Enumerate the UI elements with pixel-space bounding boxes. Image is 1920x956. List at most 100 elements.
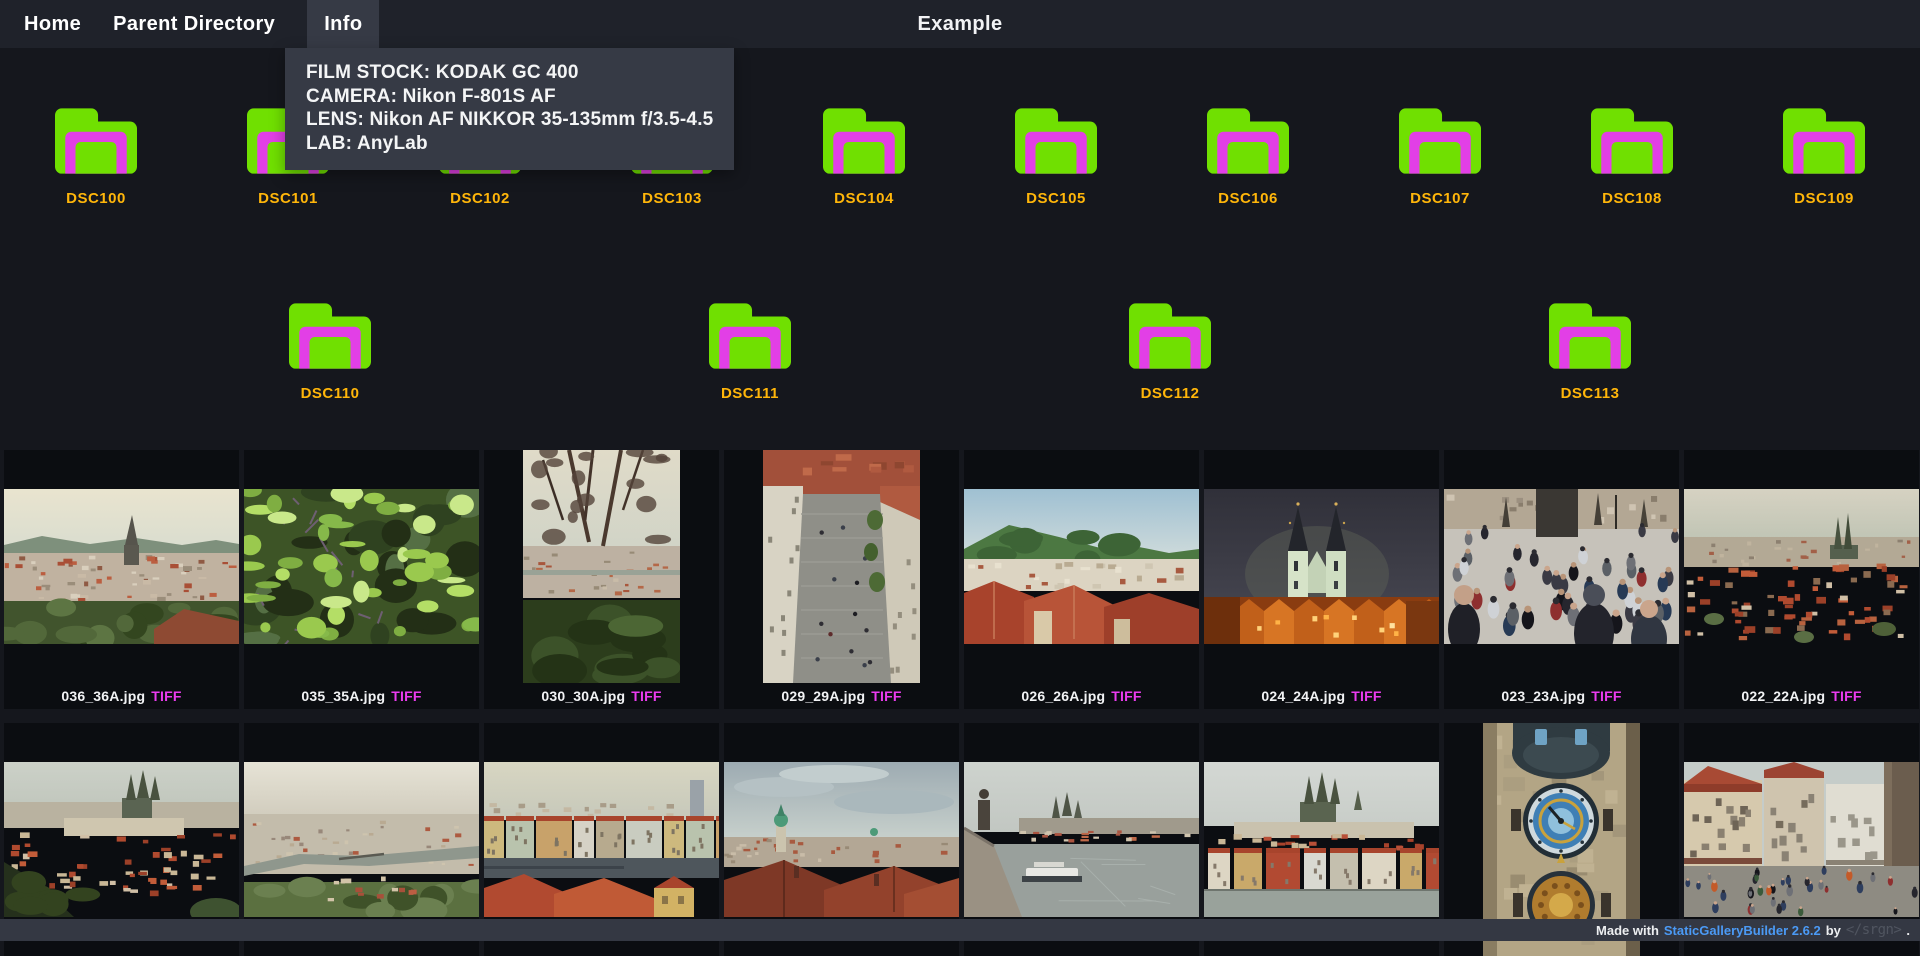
- photo-frame: [4, 450, 239, 683]
- folder-label: DSC111: [721, 385, 779, 402]
- folder-item[interactable]: DSC113: [1380, 303, 1800, 402]
- folder-label: DSC110: [301, 385, 360, 402]
- photo-caption: 022_22A.jpg TIFF: [1684, 683, 1919, 709]
- folder-label: DSC100: [66, 190, 126, 207]
- folder-icon: [709, 303, 791, 369]
- format-badge: TIFF: [631, 688, 661, 704]
- photo-filename: 022_22A.jpg: [1741, 688, 1825, 704]
- photo-thumbnail: [4, 762, 239, 917]
- photo-filename: 023_23A.jpg: [1501, 688, 1585, 704]
- folder-label: DSC107: [1410, 190, 1470, 207]
- nav-links: Home Parent Directory Info: [0, 0, 379, 48]
- format-badge: TIFF: [1831, 688, 1861, 704]
- folder-label: DSC102: [450, 190, 510, 207]
- photo-caption: 035_35A.jpgTIFF: [244, 683, 479, 709]
- folder-item[interactable]: DSC107: [1344, 108, 1536, 207]
- folder-icon: [1783, 108, 1865, 174]
- photo-item[interactable]: 035_35A.jpgTIFF: [244, 450, 479, 709]
- photo-frame: [964, 450, 1199, 683]
- photo-item[interactable]: 023_23A.jpg TIFF: [1444, 450, 1679, 709]
- folder-label: DSC104: [834, 190, 894, 207]
- photo-item[interactable]: 024_24A.jpg TIFF: [1204, 450, 1439, 709]
- folder-item[interactable]: DSC105: [960, 108, 1152, 207]
- format-badge: TIFF: [1591, 688, 1621, 704]
- photo-thumbnail: [964, 489, 1199, 644]
- photo-item[interactable]: 022_22A.jpg TIFF: [1684, 450, 1919, 709]
- photo-filename: 024_24A.jpg: [1261, 688, 1345, 704]
- photo-thumbnail: [763, 450, 920, 683]
- photo-frame: [1204, 450, 1439, 683]
- folder-icon: [289, 303, 371, 369]
- folder-row-2: DSC110 DSC111 DSC112 DSC113: [120, 303, 1800, 402]
- folder-label: DSC109: [1794, 190, 1854, 207]
- photo-thumbnail: [244, 489, 479, 644]
- folder-item[interactable]: DSC104: [768, 108, 960, 207]
- photo-caption: 029_29A.jpg TIFF: [724, 683, 959, 709]
- folder-item[interactable]: DSC110: [120, 303, 540, 402]
- folder-icon: [1129, 303, 1211, 369]
- folder-item[interactable]: DSC106: [1152, 108, 1344, 207]
- info-panel: FILM STOCK: KODAK GC 400 CAMERA: Nikon F…: [285, 48, 734, 170]
- folder-label: DSC101: [258, 190, 318, 207]
- photo-caption: 026_26A.jpg TIFF: [964, 683, 1199, 709]
- folder-icon: [1399, 108, 1481, 174]
- photo-filename: 029_29A.jpg: [781, 688, 865, 704]
- folder-icon: [1549, 303, 1631, 369]
- info-line-film-stock: FILM STOCK: KODAK GC 400: [306, 61, 713, 85]
- footer: Made with StaticGalleryBuilder 2.6.2 by …: [0, 919, 1920, 941]
- folder-item[interactable]: DSC100: [0, 108, 192, 207]
- photo-thumbnail: [4, 489, 239, 644]
- info-line-camera: CAMERA: Nikon F-801S AF: [306, 85, 713, 109]
- format-badge: TIFF: [1351, 688, 1381, 704]
- photo-filename: 036_36A.jpg: [61, 688, 145, 704]
- folder-item[interactable]: DSC108: [1536, 108, 1728, 207]
- photo-thumbnail: [523, 450, 680, 683]
- photo-item[interactable]: 030_30A.jpg TIFF: [484, 450, 719, 709]
- format-badge: TIFF: [871, 688, 901, 704]
- format-badge: TIFF: [151, 688, 181, 704]
- folder-label: DSC108: [1602, 190, 1662, 207]
- builder-link[interactable]: StaticGalleryBuilder 2.6.2: [1664, 923, 1821, 938]
- srgn-logo: </srgn>: [1846, 922, 1902, 938]
- folder-item[interactable]: DSC111: [540, 303, 960, 402]
- footer-made-with: Made with: [1596, 923, 1659, 938]
- photo-filename: 030_30A.jpg: [541, 688, 625, 704]
- photo-frame: [1684, 450, 1919, 683]
- nav-item-home[interactable]: Home: [24, 0, 81, 48]
- photo-caption: 024_24A.jpg TIFF: [1204, 683, 1439, 709]
- photo-filename: 026_26A.jpg: [1021, 688, 1105, 704]
- photo-grid: 036_36A.jpgTIFF 035_35A.jpgTIFF 030_30A.…: [0, 450, 1920, 956]
- folder-icon: [55, 108, 137, 174]
- photo-thumbnail: [724, 762, 959, 917]
- footer-dot: .: [1906, 923, 1910, 938]
- photo-caption: 023_23A.jpg TIFF: [1444, 683, 1679, 709]
- format-badge: TIFF: [1111, 688, 1141, 704]
- photo-item[interactable]: 029_29A.jpg TIFF: [724, 450, 959, 709]
- folder-label: DSC112: [1141, 385, 1200, 402]
- folder-label: DSC113: [1561, 385, 1620, 402]
- photo-frame: [724, 450, 959, 683]
- photo-item[interactable]: 036_36A.jpg TIFF: [4, 450, 239, 709]
- photo-thumbnail: [1684, 489, 1919, 644]
- nav-item-parent-directory[interactable]: Parent Directory: [113, 0, 275, 48]
- photo-thumbnail: [484, 762, 719, 917]
- top-nav: Home Parent Directory Info Example: [0, 0, 1920, 48]
- photo-item[interactable]: 026_26A.jpg TIFF: [964, 450, 1199, 709]
- folder-label: DSC105: [1026, 190, 1086, 207]
- folder-item[interactable]: DSC109: [1728, 108, 1920, 207]
- photo-thumbnail: [1204, 489, 1439, 644]
- folder-icon: [1207, 108, 1289, 174]
- nav-item-info[interactable]: Info: [307, 0, 379, 48]
- photo-thumbnail: [1204, 762, 1439, 917]
- photo-thumbnail: [244, 762, 479, 917]
- photo-frame: [244, 450, 479, 683]
- photo-thumbnail: [964, 762, 1199, 917]
- page-title: Example: [917, 13, 1002, 36]
- folder-item[interactable]: DSC112: [960, 303, 1380, 402]
- photo-filename: 035_35A.jpg: [301, 688, 385, 704]
- photo-thumbnail: [1444, 489, 1679, 644]
- footer-by: by: [1826, 923, 1841, 938]
- info-line-lab: LAB: AnyLab: [306, 132, 713, 156]
- photo-frame: [484, 450, 719, 683]
- folder-icon: [1591, 108, 1673, 174]
